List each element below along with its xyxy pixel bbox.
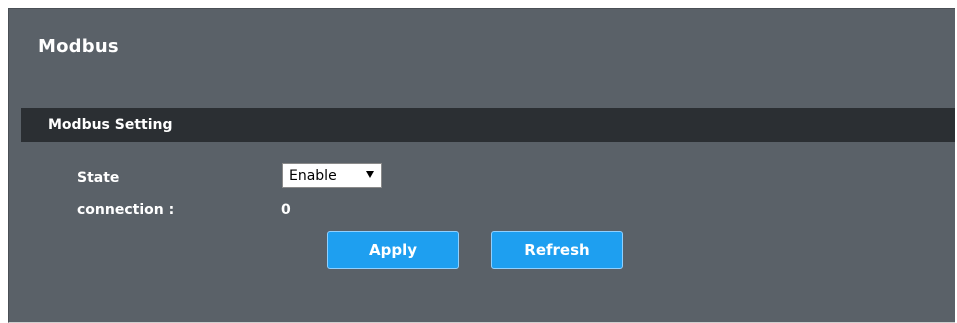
chevron-down-icon xyxy=(366,171,374,178)
connection-value: 0 xyxy=(281,202,291,218)
apply-button[interactable]: Apply xyxy=(327,231,459,269)
modbus-panel: Modbus Modbus Setting State Enable conne… xyxy=(8,8,955,323)
section-title: Modbus Setting xyxy=(48,117,173,133)
state-select-value: Enable xyxy=(289,167,337,184)
state-label: State xyxy=(77,170,120,186)
connection-label: connection : xyxy=(77,202,175,218)
refresh-button[interactable]: Refresh xyxy=(491,231,623,269)
state-select[interactable]: Enable xyxy=(282,163,382,188)
section-header: Modbus Setting xyxy=(21,108,955,142)
page-title: Modbus xyxy=(38,36,119,57)
